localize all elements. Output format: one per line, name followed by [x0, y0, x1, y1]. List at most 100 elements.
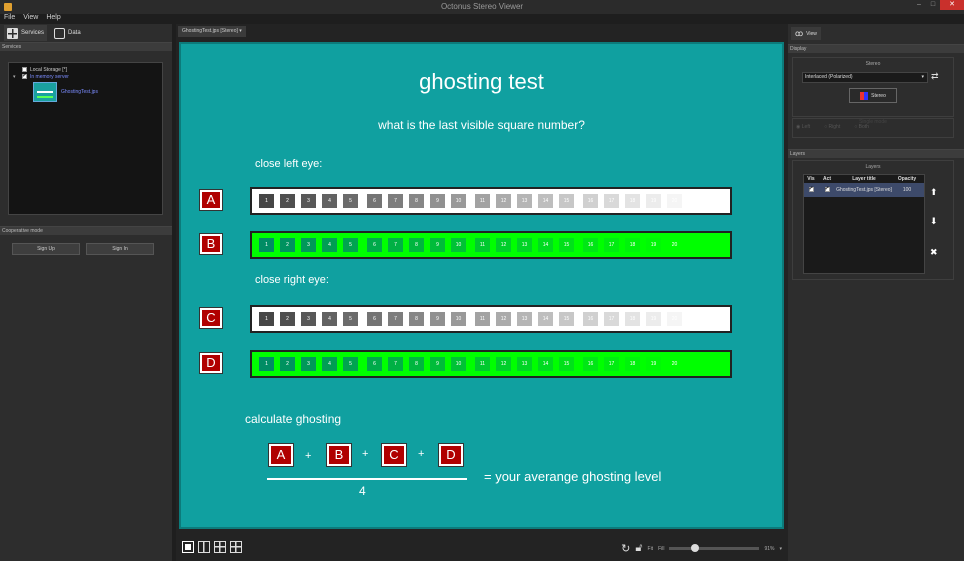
layers-header: Layers — [788, 149, 964, 158]
numbered-square: 1 — [259, 312, 274, 326]
image-thumbnail[interactable] — [33, 82, 57, 102]
swap-icon[interactable]: ⇄ — [931, 71, 939, 82]
numbered-square: 4 — [322, 238, 337, 252]
numbered-square: 8 — [409, 357, 424, 371]
numbered-square: 12 — [496, 194, 511, 208]
formula-badge-c: C — [381, 443, 407, 467]
tab-services[interactable]: Services — [4, 25, 48, 41]
numbered-square: 13 — [517, 238, 532, 252]
active-checkbox[interactable] — [824, 185, 830, 192]
numbered-square: 13 — [517, 357, 532, 371]
numbered-square: 3 — [301, 238, 316, 252]
zoom-value[interactable]: 91% — [764, 546, 774, 552]
sign-up-button[interactable]: Sign Up — [12, 243, 80, 255]
formula-badge-a: A — [268, 443, 294, 467]
move-up-icon[interactable]: ⬆ — [930, 187, 938, 198]
tree-item-local-storage[interactable]: Local Storage [*] — [13, 66, 162, 73]
numbered-square: 2 — [280, 194, 295, 208]
numbered-square: 17 — [604, 194, 619, 208]
title-bar: Octonus Stereo Viewer – □ ✕ — [0, 0, 964, 14]
stereo-mode-select[interactable]: Interlaced (Polarized) ▾ — [802, 72, 928, 83]
fill-button[interactable]: Fill — [658, 546, 664, 552]
numbered-square: 17 — [604, 238, 619, 252]
radio-right[interactable]: ○ Right — [824, 124, 840, 130]
menu-view[interactable]: View — [23, 14, 38, 24]
quad-view-icon[interactable] — [230, 541, 242, 553]
three-view-icon[interactable] — [214, 541, 226, 553]
numbered-square: 6 — [367, 357, 382, 371]
numbered-square: 16 — [583, 357, 598, 371]
stereo-button[interactable]: Stereo — [849, 88, 897, 103]
numbered-square: 5 — [343, 238, 358, 252]
expand-arrow-icon[interactable]: ▾ — [13, 74, 19, 80]
thumbnail-item[interactable]: GhostingTest.jps — [33, 82, 162, 102]
numbered-square: 15 — [559, 238, 574, 252]
denominator: 4 — [359, 484, 366, 498]
minimize-button[interactable]: – — [912, 0, 926, 10]
numbered-square: 18 — [625, 357, 640, 371]
single-view-icon[interactable] — [182, 541, 194, 553]
numbered-square: 4 — [322, 194, 337, 208]
chevron-down-icon[interactable]: ▾ — [779, 546, 782, 552]
numbered-square: 9 — [430, 312, 445, 326]
numbered-square: 18 — [625, 312, 640, 326]
visible-checkbox[interactable] — [808, 185, 814, 192]
menu-help[interactable]: Help — [46, 14, 60, 24]
right-panel: ꝏ View Display Stereo Interlaced (Polari… — [788, 24, 964, 561]
window-title: Octonus Stereo Viewer — [440, 2, 524, 11]
image-title: ghosting test — [419, 69, 544, 94]
zoom-slider[interactable] — [669, 544, 760, 552]
numbered-square: 10 — [451, 357, 466, 371]
tree-item-memory-server[interactable]: ▾ In memory server — [13, 72, 162, 80]
document-tab[interactable]: GhostingTest.jps [Stereo] ▾ — [178, 26, 246, 37]
table-row[interactable]: GhostingTest.jps [Stereo] 100 — [804, 183, 924, 197]
tab-view[interactable]: ꝏ View — [791, 27, 821, 40]
numbered-square: 11 — [475, 238, 490, 252]
delete-layer-icon[interactable]: ✖ — [930, 247, 938, 258]
close-button[interactable]: ✕ — [940, 0, 964, 10]
printer-icon — [54, 27, 66, 39]
numbered-square: 15 — [559, 194, 574, 208]
memory-server-checkbox[interactable] — [22, 72, 27, 79]
glasses-icon: ꝏ — [795, 29, 804, 38]
numbered-square: 4 — [322, 312, 337, 326]
maximize-button[interactable]: □ — [926, 0, 940, 10]
stereo-group-label: Stereo — [865, 61, 881, 67]
image-viewport[interactable]: ghosting test what is the last visible s… — [179, 42, 784, 529]
column-layer-title: Layer title — [852, 176, 876, 182]
cooperative-mode-header: Cooperative mode — [0, 226, 172, 235]
numbered-square: 13 — [517, 312, 532, 326]
radio-both[interactable]: ○ Both — [854, 124, 869, 130]
numbered-square: 8 — [409, 238, 424, 252]
left-panel: Services Data Services Local Storage [*]… — [0, 24, 172, 561]
move-down-icon[interactable]: ⬇ — [930, 216, 938, 227]
close-left-eye-label: close left eye: — [255, 158, 323, 170]
rotate-icon[interactable]: ↻ — [621, 542, 630, 555]
tree-item-label: Local Storage [*] — [30, 66, 67, 73]
layer-opacity-cell[interactable]: 100 — [892, 187, 922, 193]
numbered-square: 2 — [280, 238, 295, 252]
lock-icon[interactable]: 🔓︎ — [635, 542, 642, 555]
radio-left[interactable]: ◉ Left — [796, 124, 810, 130]
numbered-square: 11 — [475, 312, 490, 326]
sign-in-button[interactable]: Sign In — [86, 243, 154, 255]
numbered-square: 13 — [517, 194, 532, 208]
numbered-square: 14 — [538, 238, 553, 252]
fit-button[interactable]: Fit — [648, 546, 654, 552]
numbered-square: 5 — [343, 194, 358, 208]
split-view-icon[interactable] — [198, 541, 210, 553]
stereo-icon — [860, 91, 869, 100]
thumbnail-label: GhostingTest.jps — [61, 89, 98, 95]
numbered-square: 18 — [625, 194, 640, 208]
tab-data[interactable]: Data — [51, 25, 84, 41]
column-vis: Vis — [807, 176, 815, 182]
zoom-slider-knob[interactable] — [690, 544, 699, 552]
numbered-square: 3 — [301, 312, 316, 326]
numbered-square: 3 — [301, 357, 316, 371]
menu-file[interactable]: File — [4, 14, 15, 24]
badge-d: D — [199, 352, 223, 374]
numbered-square: 16 — [583, 312, 598, 326]
numbered-square: 5 — [343, 312, 358, 326]
chevron-down-icon: ▾ — [921, 74, 924, 80]
column-opacity: Opacity — [897, 176, 917, 182]
